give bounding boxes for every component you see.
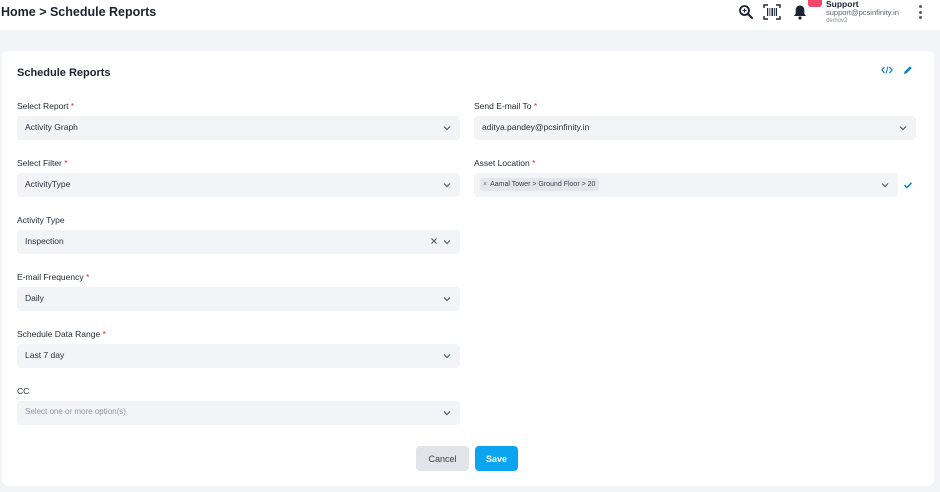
schedule-range-label: Schedule Data Range * <box>17 329 106 339</box>
chevron-down-icon[interactable] <box>442 408 452 418</box>
cc-placeholder: Select one or more option(s) <box>25 407 126 416</box>
bell-icon[interactable] <box>790 2 810 22</box>
select-report-dropdown[interactable]: Activity Graph <box>17 116 460 140</box>
save-button[interactable]: Save <box>475 446 518 471</box>
asset-location-multiselect[interactable]: × Aamal Tower > Ground Floor > 20 <box>474 173 898 197</box>
cc-multiselect[interactable]: Select one or more option(s) <box>17 401 460 425</box>
top-bar: Home > Schedule Reports Support support@… <box>0 0 940 30</box>
chevron-down-icon[interactable] <box>442 351 452 361</box>
edit-pencil-icon[interactable] <box>901 63 915 77</box>
schedule-reports-card: Schedule Reports Select Report * Activit… <box>2 51 934 486</box>
user-role: demov2 <box>826 18 848 24</box>
code-icon[interactable] <box>880 63 894 77</box>
chip-remove-icon[interactable]: × <box>483 181 487 188</box>
barcode-scan-icon[interactable] <box>762 2 782 22</box>
chevron-down-icon[interactable] <box>442 123 452 133</box>
select-filter-label: Select Filter * <box>17 158 68 168</box>
kebab-menu-icon[interactable] <box>916 5 924 19</box>
activity-type-value: Inspection <box>25 236 64 246</box>
send-email-to-label: Send E-mail To * <box>474 101 538 111</box>
activity-type-label: Activity Type <box>17 215 65 225</box>
schedule-range-dropdown[interactable]: Last 7 day <box>17 344 460 368</box>
email-frequency-value: Daily <box>25 293 44 303</box>
chevron-down-icon[interactable] <box>880 180 890 190</box>
page-title: Schedule Reports <box>17 67 111 79</box>
chevron-down-icon[interactable] <box>442 294 452 304</box>
chevron-down-icon[interactable] <box>442 180 452 190</box>
select-report-label: Select Report * <box>17 101 75 111</box>
chevron-down-icon[interactable] <box>898 123 908 133</box>
user-email: support@pcsinfinity.in <box>826 8 899 17</box>
chevron-down-icon[interactable] <box>442 237 452 247</box>
cc-label: CC <box>17 386 30 396</box>
select-filter-dropdown[interactable]: ActivityType <box>17 173 460 197</box>
email-frequency-dropdown[interactable]: Daily <box>17 287 460 311</box>
select-report-value: Activity Graph <box>25 122 78 132</box>
avatar[interactable] <box>808 0 822 7</box>
check-icon[interactable] <box>903 180 913 190</box>
asset-location-chip[interactable]: × Aamal Tower > Ground Floor > 20 <box>480 178 600 191</box>
schedule-range-value: Last 7 day <box>25 350 65 360</box>
clear-icon[interactable] <box>429 236 439 246</box>
asset-location-label: Asset Location * <box>474 158 536 168</box>
cancel-button[interactable]: Cancel <box>416 446 469 471</box>
breadcrumb[interactable]: Home > Schedule Reports <box>1 5 156 19</box>
select-filter-value: ActivityType <box>25 179 71 189</box>
send-email-to-dropdown[interactable]: aditya.pandey@pcsinfinity.in <box>474 116 916 140</box>
send-email-to-value: aditya.pandey@pcsinfinity.in <box>482 122 590 132</box>
search-icon[interactable] <box>736 2 756 22</box>
activity-type-dropdown[interactable]: Inspection <box>17 230 460 254</box>
email-frequency-label: E-mail Frequency * <box>17 272 90 282</box>
